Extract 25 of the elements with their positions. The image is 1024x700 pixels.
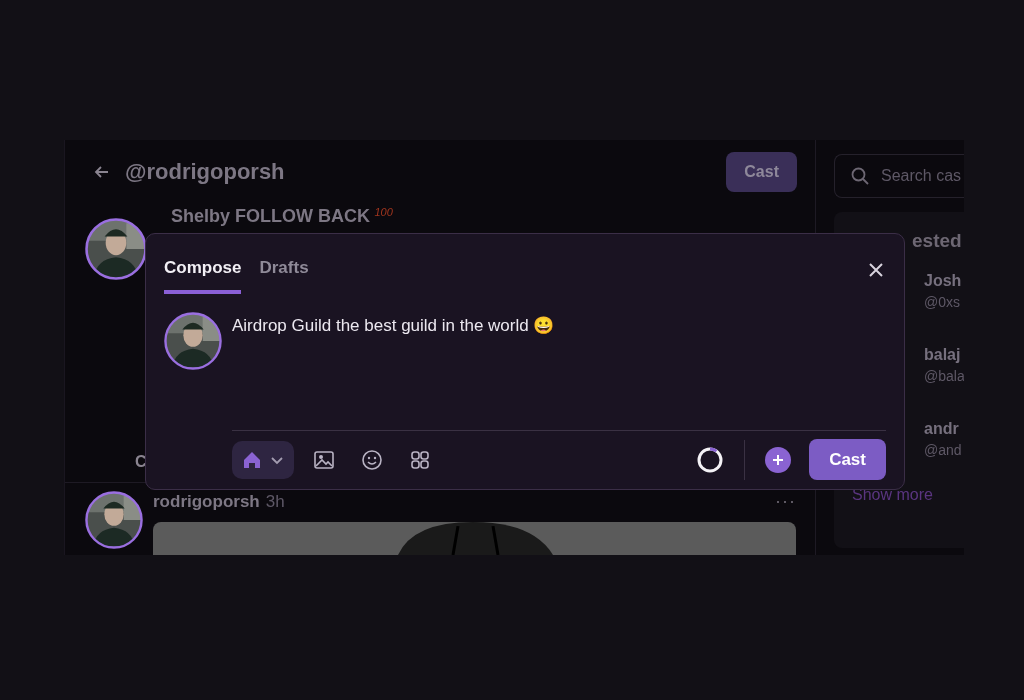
profile-name: Shelby FOLLOW BACK — [171, 206, 370, 226]
cast-button[interactable]: Cast — [726, 152, 797, 192]
cast-button[interactable]: Cast — [809, 439, 886, 480]
dialog-tab[interactable]: Drafts — [259, 258, 309, 294]
more-menu[interactable]: ··· — [775, 491, 796, 512]
user-name[interactable]: andr — [924, 420, 964, 438]
section-title: ested — [912, 230, 963, 252]
search-field[interactable]: Search cas — [834, 154, 964, 198]
channel-selector[interactable] — [232, 440, 294, 479]
home-icon — [242, 449, 262, 470]
post-author: rodrigoporsh — [153, 491, 260, 512]
profile-handle: @rodrigoporsh — [125, 159, 286, 185]
user-handle: @0xs — [924, 294, 961, 310]
add-button[interactable] — [765, 446, 792, 473]
plus-icon — [771, 452, 786, 467]
post-time: 3h — [265, 491, 285, 512]
search-icon — [850, 166, 870, 186]
user-name[interactable]: Josh — [924, 272, 964, 290]
user-handle: @and — [924, 442, 963, 458]
user-name[interactable]: balaj — [924, 346, 964, 364]
character-counter — [696, 445, 725, 474]
dialog-tab[interactable]: Compose — [164, 258, 242, 294]
score-label: 100 — [374, 206, 393, 218]
user-handle: @bala — [924, 368, 964, 384]
profile-tab[interactable]: C — [135, 442, 147, 482]
